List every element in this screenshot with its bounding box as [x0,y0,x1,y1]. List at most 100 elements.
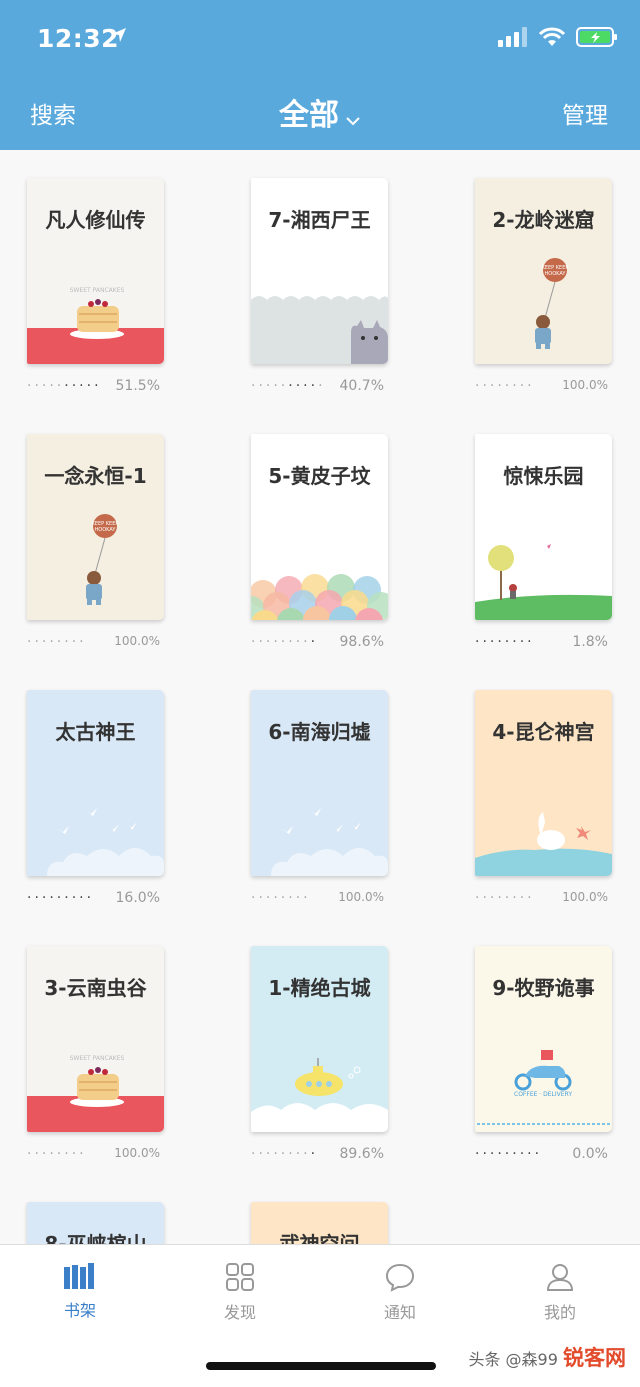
reading-progress: ·········· 51.5% [27,378,164,396]
watermark: 头条 @森99 锐客网 [468,1342,626,1372]
progress-dots: ········ [475,890,535,906]
progress-dots: ········· [475,1146,543,1162]
progress-percent: 16.0% [115,890,160,906]
progress-percent: 98.6% [339,634,384,650]
tab-label: 发现 [223,1303,256,1322]
book-cover[interactable]: 7-湘西尸王 [251,178,388,364]
tab-label: 通知 [383,1303,416,1322]
book-cover[interactable]: 一念永恒-1 KEEP KEEP HOOKAY [27,434,164,620]
svg-text:HOOKAY: HOOKAY [95,527,117,533]
book-cover[interactable]: 太古神王 [27,690,164,876]
book-cover[interactable]: 2-龙岭迷窟 KEEP KEEP HOOKAY [475,178,612,364]
signal-icon [498,27,527,47]
scooter-illustration: COFFEE · DELIVERY [477,1050,610,1125]
reading-progress: ········· 98.6% [251,634,388,652]
progress-dots: ········ [251,890,311,906]
watermark-handle: 森99 [521,1350,558,1369]
book-cover[interactable]: 8-巫峡棺山 [27,1202,164,1244]
status-time: 12:32 [37,24,120,53]
svg-text:SWEET PANCAKES: SWEET PANCAKES [70,1055,125,1062]
chevron-down-icon [345,99,361,134]
svg-text:COFFEE · DELIVERY: COFFEE · DELIVERY [514,1091,572,1098]
tab-profile[interactable]: 我的 [510,1261,610,1323]
tab-discover[interactable]: 发现 [190,1261,290,1323]
progress-percent: 1.8% [572,634,608,650]
reading-progress: ········ 100.0% [475,890,612,908]
reading-progress: ········ 100.0% [475,378,612,396]
book-item[interactable]: 武神空间 [251,1202,388,1244]
progress-dots: ········· [251,1146,319,1162]
book-title: 8-巫峡棺山 [44,1232,147,1244]
book-item[interactable]: 8-巫峡棺山 [27,1202,164,1244]
svg-text:SWEET PANCAKES: SWEET PANCAKES [70,287,125,294]
book-item[interactable]: 4-昆仑神宫 ········ 100.0% [475,690,612,906]
bookshelf-icon [64,1263,94,1289]
waves-illustration [251,574,388,620]
filter-dropdown[interactable]: 全部 [0,90,640,134]
bear-balloon-illustration: KEEP KEEP HOOKAY [86,514,118,605]
reading-progress: ·········· 40.7% [251,378,388,396]
tab-label: 书架 [63,1301,96,1320]
book-item[interactable]: 7-湘西尸王 ·········· 40.7% [251,178,388,394]
book-item[interactable]: 5-黄皮子坟 ········· 98.6% [251,434,388,650]
status-icons [498,26,618,48]
progress-percent: 100.0% [114,634,160,648]
clouds-birds-illustration [271,808,388,876]
progress-percent: 51.5% [115,378,160,394]
watermark-prefix: 头条 @ [468,1350,522,1369]
chat-bubble-icon [385,1263,415,1292]
home-indicator [206,1362,436,1370]
reading-progress: ········· 0.0% [475,1146,612,1164]
manage-button[interactable]: 管理 [562,96,608,130]
progress-percent: 40.7% [339,378,384,394]
book-item[interactable]: 9-牧野诡事 COFFEE · DELIVERY ········· 0.0% [475,946,612,1162]
book-item[interactable]: 3-云南虫谷 SWEET PANCAKES ········ 100.0% [27,946,164,1162]
reading-progress: ········ 100.0% [251,890,388,908]
reading-progress: ········ 100.0% [27,634,164,652]
reading-progress: ········· 89.6% [251,1146,388,1164]
progress-dots: ········· [251,634,319,650]
book-cover[interactable]: 凡人修仙传 SWEET PANCAKES [27,178,164,364]
progress-percent: 0.0% [572,1146,608,1162]
bear-balloon-illustration: KEEP KEEP HOOKAY [535,258,568,349]
cat-illustration [251,296,388,364]
tab-bookshelf[interactable]: 书架 [30,1261,130,1321]
book-cover[interactable]: 4-昆仑神宫 [475,690,612,876]
book-cover[interactable]: 武神空间 [251,1202,388,1244]
pancake-illustration: SWEET PANCAKES [27,1055,164,1132]
battery-icon [576,27,617,47]
book-cover[interactable]: 惊悚乐园 [475,434,612,620]
submarine-illustration [251,1058,388,1132]
progress-dots: ·········· [251,378,326,394]
book-cover[interactable]: 6-南海归墟 [251,690,388,876]
progress-percent: 100.0% [338,890,384,904]
watermark-logo: 锐客网 [563,1346,626,1370]
reading-progress: ········ 100.0% [27,1146,164,1164]
progress-dots: ········ [475,634,535,650]
book-item[interactable]: 6-南海归墟 ········ 100.0% [251,690,388,906]
filter-title: 全部 [279,98,339,133]
reading-progress: ········ 1.8% [475,634,612,652]
book-cover[interactable]: 5-黄皮子坟 [251,434,388,620]
book-item[interactable]: 凡人修仙传 SWEET PANCAKES ·········· 51.5% [27,178,164,394]
book-cover[interactable]: 3-云南虫谷 SWEET PANCAKES [27,946,164,1132]
book-item[interactable]: 太古神王 ········· 16.0% [27,690,164,906]
book-item[interactable]: 一念永恒-1 KEEP KEEP HOOKAY ········ 100.0% [27,434,164,650]
book-cover[interactable]: 1-精绝古城 [251,946,388,1132]
progress-percent: 100.0% [114,1146,160,1160]
progress-dots: ········ [27,1146,87,1162]
progress-percent: 100.0% [562,890,608,904]
progress-percent: 89.6% [339,1146,384,1162]
top-bar: 12:32 搜索 全部 管理 [0,0,640,150]
meadow-illustration [475,544,612,620]
location-arrow-icon [110,26,128,48]
book-item[interactable]: 1-精绝古城 ········· 89.6% [251,946,388,1162]
bookshelf: 凡人修仙传 SWEET PANCAKES ·········· 51.5% 7-… [0,150,640,1244]
book-title: 武神空间 [279,1232,360,1244]
progress-percent: 100.0% [562,378,608,392]
book-item[interactable]: 惊悚乐园 ········ 1.8% [475,434,612,650]
tab-notifications[interactable]: 通知 [350,1261,450,1323]
book-item[interactable]: 2-龙岭迷窟 KEEP KEEP HOOKAY ········ 100.0% [475,178,612,394]
sea-goose-illustration [475,812,612,876]
book-cover[interactable]: 9-牧野诡事 COFFEE · DELIVERY [475,946,612,1132]
